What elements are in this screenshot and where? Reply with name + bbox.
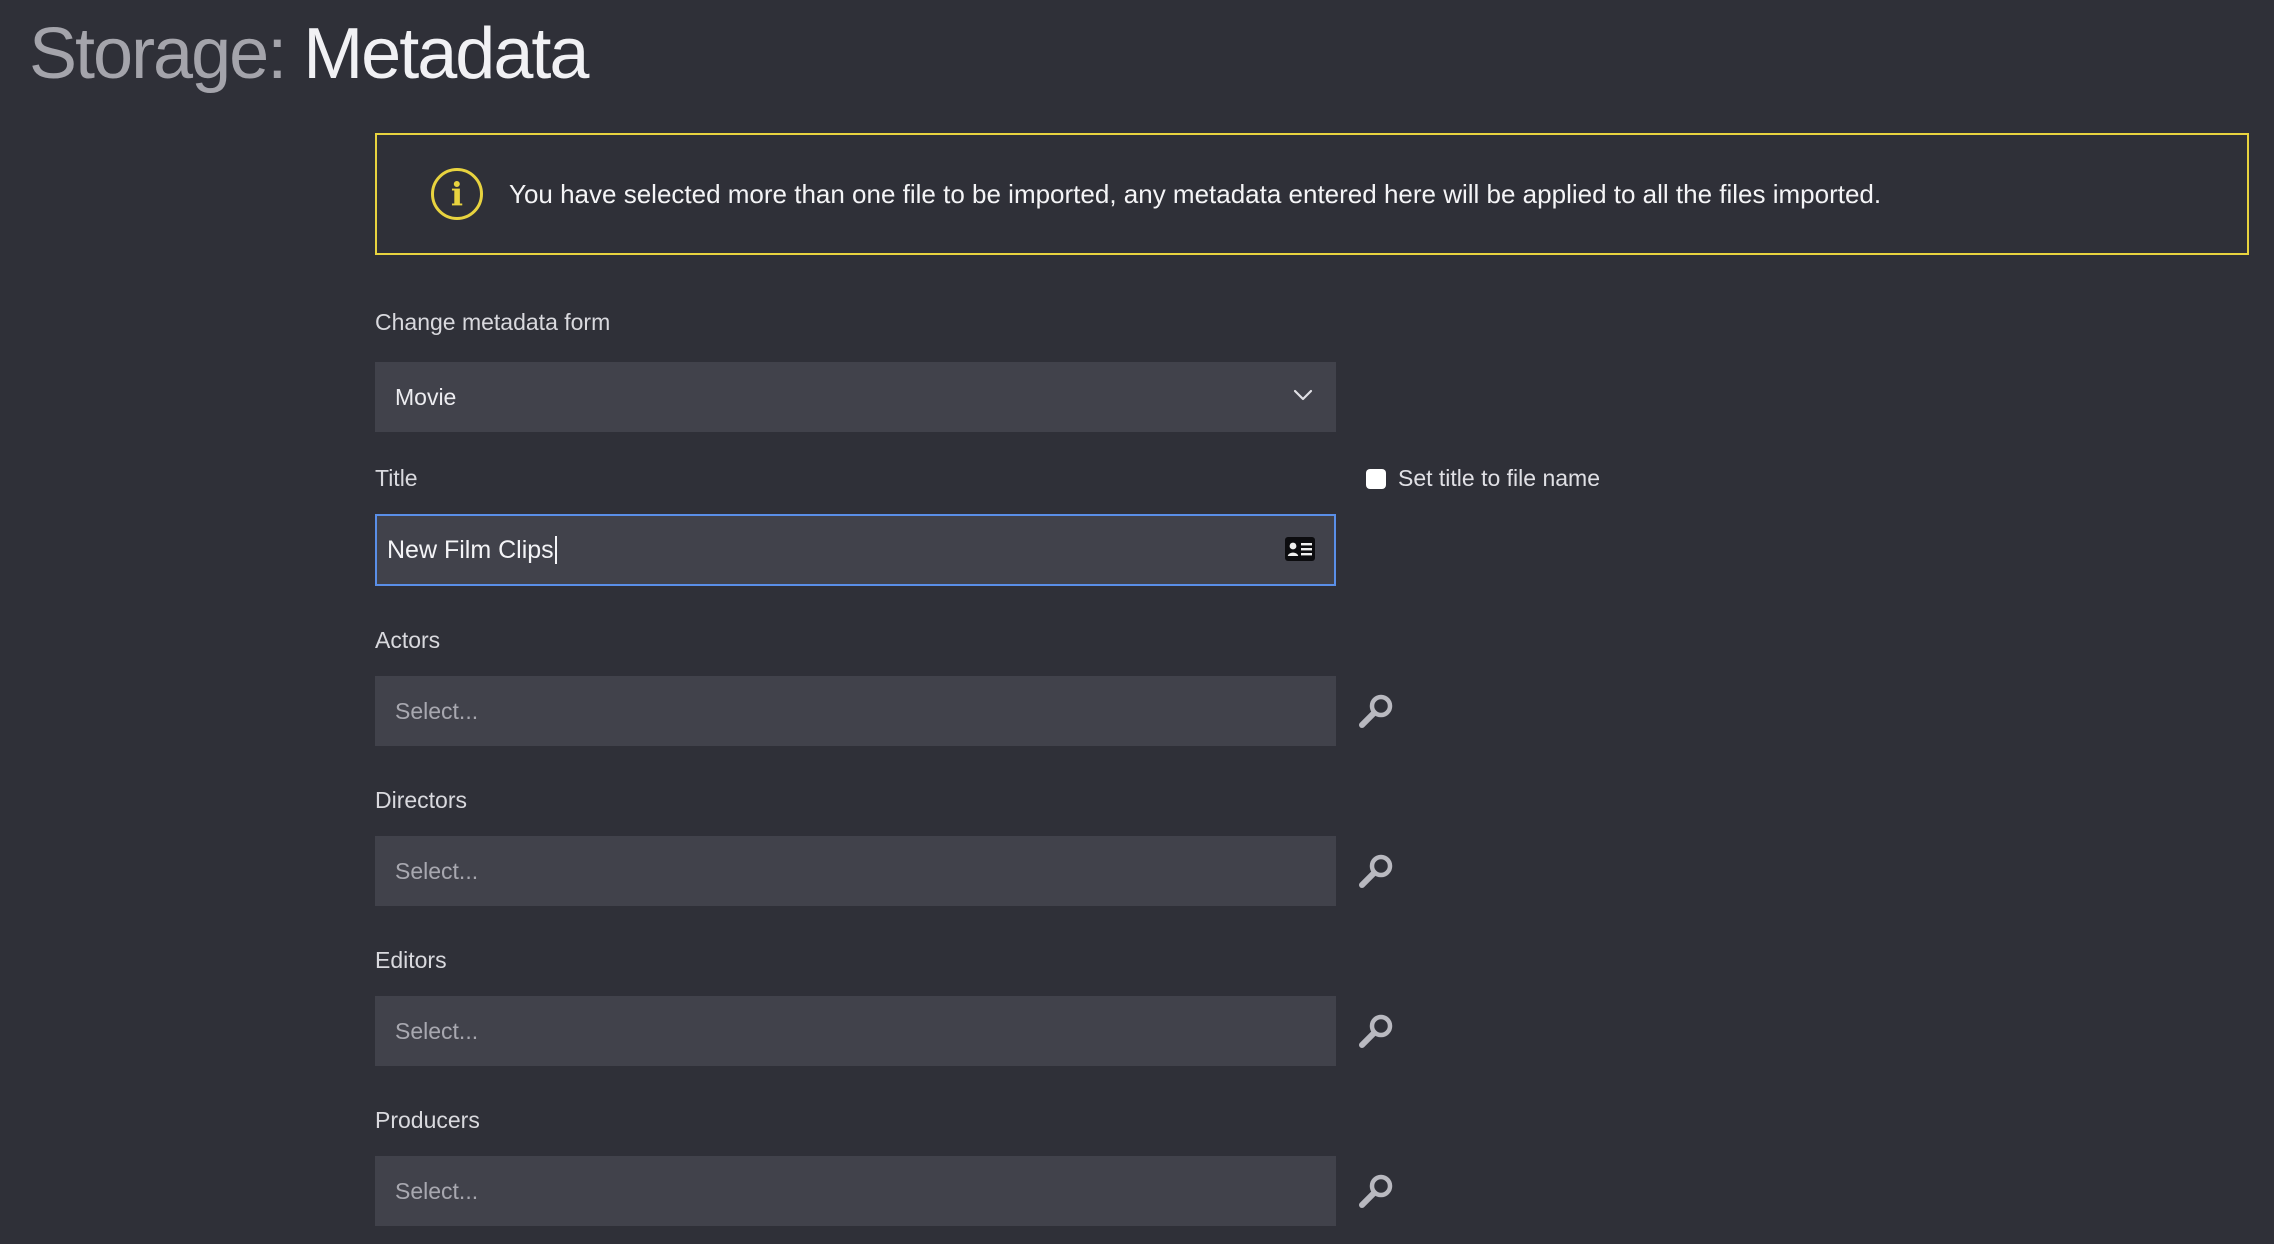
text-cursor [554, 536, 557, 564]
producers-select[interactable]: Select... [375, 1156, 1336, 1226]
directors-placeholder: Select... [395, 857, 479, 884]
directors-label: Directors [375, 787, 468, 813]
page-title-separator: : [267, 14, 287, 94]
page-title-main: Metadata [303, 14, 589, 94]
chevron-down-icon [1293, 389, 1313, 401]
search-icon[interactable] [1356, 851, 1396, 891]
actors-placeholder: Select... [395, 697, 479, 724]
form-selector-label: Change metadata form [375, 309, 611, 335]
title-label: Title [375, 465, 418, 491]
producers-placeholder: Select... [395, 1177, 479, 1204]
search-icon[interactable] [1356, 1011, 1396, 1051]
actors-label: Actors [375, 627, 441, 653]
search-icon[interactable] [1356, 1171, 1396, 1211]
directors-select[interactable]: Select... [375, 836, 1336, 906]
set-title-to-file-name[interactable]: Set title to file name [1366, 465, 1600, 492]
page-title-prefix: Storage [29, 14, 269, 94]
title-input[interactable]: New Film Clips [375, 514, 1336, 586]
set-title-checkbox[interactable] [1366, 468, 1386, 489]
notice-text: You have selected more than one file to … [509, 178, 1882, 209]
actors-select[interactable]: Select... [375, 676, 1336, 746]
title-input-value: New Film Clips [387, 535, 554, 564]
editors-label: Editors [375, 947, 447, 973]
search-icon[interactable] [1356, 691, 1396, 731]
metadata-page: Storage: Metadata i You have selected mor… [0, 0, 2274, 1244]
info-icon: i [431, 168, 483, 220]
editors-placeholder: Select... [395, 1017, 479, 1044]
contact-card-icon[interactable] [1284, 536, 1316, 562]
metadata-form-selected: Movie [395, 383, 457, 410]
multi-file-notice: i You have selected more than one file t… [375, 133, 2249, 255]
editors-select[interactable]: Select... [375, 996, 1336, 1066]
page-title: Storage: Metadata [29, 8, 589, 100]
producers-label: Producers [375, 1107, 480, 1133]
set-title-checkbox-label: Set title to file name [1398, 465, 1600, 491]
metadata-form-select[interactable]: Movie [375, 362, 1336, 432]
